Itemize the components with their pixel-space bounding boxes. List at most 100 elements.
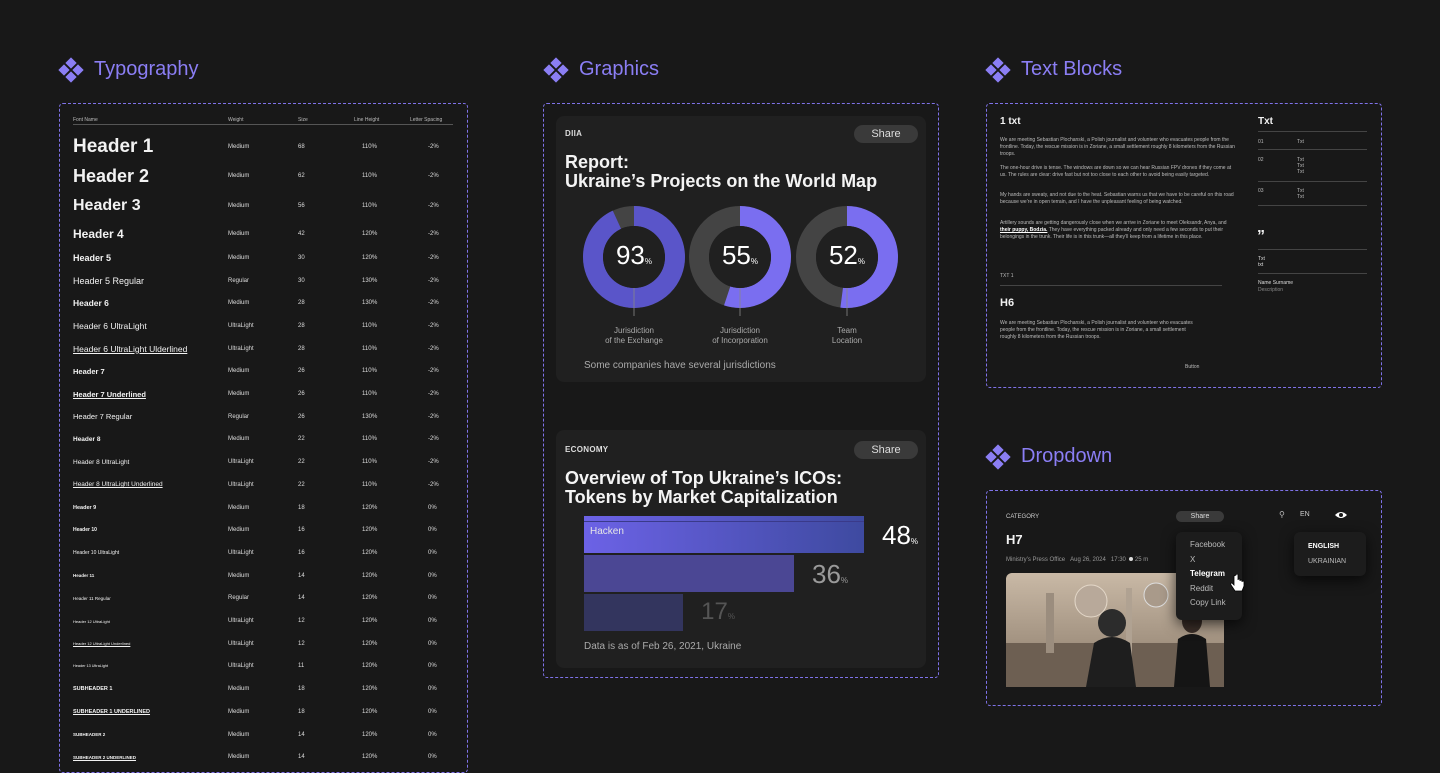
col-header-font-name: Font Name <box>73 117 98 123</box>
font-size: 12 <box>298 640 305 647</box>
search-icon[interactable]: ⚲ <box>1279 510 1285 519</box>
diamond-logo-icon <box>58 56 84 83</box>
list-item: Txt Txt Txt <box>1297 157 1304 175</box>
font-weight: UltraLight <box>228 549 254 556</box>
font-weight: UltraLight <box>228 618 254 625</box>
font-name: Header 4 <box>73 226 124 241</box>
donut-value: 55% <box>721 240 759 270</box>
letter-spacing: 0% <box>428 572 437 579</box>
line-height: 120% <box>362 640 378 647</box>
font-name: Header 11 Regular <box>73 595 111 601</box>
graphics-section-title: Graphics <box>543 56 659 83</box>
line-height: 120% <box>362 595 378 602</box>
inline-link[interactable]: their puppy, Bodzia. <box>1000 227 1047 233</box>
font-size: 16 <box>298 549 305 556</box>
letter-spacing: 0% <box>428 527 437 534</box>
table-row: Header 8 UltraLight UltraLight 22 110% -2% <box>73 451 453 474</box>
menu-item-telegram[interactable]: Telegram <box>1190 567 1228 582</box>
font-name: SUBHEADER 1 <box>73 686 113 693</box>
divider <box>1258 205 1367 206</box>
table-row: Header 6 Medium 28 130% -2% <box>73 292 453 315</box>
font-weight: Medium <box>228 143 250 150</box>
letter-spacing: 0% <box>428 754 437 761</box>
font-weight: Medium <box>228 202 250 209</box>
bar <box>584 555 794 592</box>
menu-item-reddit[interactable]: Reddit <box>1190 582 1228 597</box>
font-weight: Medium <box>228 254 250 261</box>
table-row: Header 2 Medium 62 110% -2% <box>73 162 453 192</box>
lang-option-english[interactable]: ENGLISH <box>1308 540 1352 555</box>
line-height: 120% <box>362 618 378 625</box>
author-description: Description <box>1258 287 1284 293</box>
letter-spacing: 0% <box>428 663 437 670</box>
font-weight: Medium <box>228 527 250 534</box>
col-header-size: Size <box>298 117 308 123</box>
font-size: 26 <box>298 368 305 375</box>
font-size: 22 <box>298 436 305 443</box>
font-weight: UltraLight <box>228 640 254 647</box>
letter-spacing: -2% <box>428 230 439 237</box>
font-weight: Medium <box>228 230 250 237</box>
font-name: Header 2 <box>73 165 150 186</box>
font-weight: UltraLight <box>228 459 254 466</box>
language-toggle[interactable]: EN <box>1300 511 1310 518</box>
font-name: Header 10 UltraLight <box>73 549 120 556</box>
font-weight: Medium <box>228 368 250 375</box>
letter-spacing: -2% <box>428 368 439 375</box>
bar <box>584 594 684 631</box>
donut-value: 52% <box>828 240 866 270</box>
line-height: 120% <box>362 572 378 579</box>
letter-spacing: -2% <box>428 277 439 284</box>
divider <box>1258 249 1367 250</box>
col-header-letter-spacing: Letter Spacing <box>410 117 443 123</box>
font-weight: Medium <box>228 708 250 715</box>
letter-spacing: 0% <box>428 708 437 715</box>
line-height: 130% <box>362 300 378 307</box>
font-weight: Regular <box>228 277 250 284</box>
menu-item-copy-link[interactable]: Copy Link <box>1190 596 1228 611</box>
font-size: 22 <box>298 459 305 466</box>
share-button[interactable]: Share <box>854 441 918 459</box>
letter-spacing: 0% <box>428 504 437 511</box>
list-number: 03 <box>1258 188 1264 194</box>
font-size: 28 <box>298 300 305 307</box>
letter-spacing: -2% <box>428 143 439 150</box>
line-height: 130% <box>362 413 378 420</box>
diamond-logo-icon <box>985 56 1011 83</box>
font-size: 18 <box>298 708 305 715</box>
table-divider <box>73 124 453 125</box>
bar-value: 48% <box>882 520 919 550</box>
side-title: Txt <box>1258 116 1273 127</box>
card-kicker: DIIA <box>565 129 583 138</box>
font-size: 68 <box>298 143 305 150</box>
menu-item-facebook[interactable]: Facebook <box>1190 538 1228 553</box>
font-size: 28 <box>298 345 305 352</box>
table-row: SUBHEADER 2 Medium 14 120% 0% <box>73 723 453 746</box>
font-name: Header 8 UltraLight <box>73 458 130 466</box>
article-meta: Ministry’s Press Office Aug 26, 2024 17:… <box>1006 557 1149 563</box>
eye-icon[interactable] <box>1334 510 1348 520</box>
line-height: 110% <box>362 459 377 466</box>
table-row: Header 7 Regular Regular 26 130% -2% <box>73 405 453 428</box>
share-button[interactable]: Share <box>1176 511 1224 522</box>
letter-spacing: -2% <box>428 436 439 443</box>
line-height: 120% <box>362 754 378 761</box>
line-height: 110% <box>362 481 377 488</box>
menu-item-x[interactable]: X <box>1190 553 1228 568</box>
table-row: Header 9 Medium 18 120% 0% <box>73 496 453 519</box>
font-name: Header 7 <box>73 366 105 376</box>
font-size: 28 <box>298 322 305 329</box>
text-button[interactable]: Button <box>1185 364 1199 370</box>
font-name: Header 5 Regular <box>73 275 145 286</box>
font-size: 42 <box>298 230 305 237</box>
hand-cursor-icon <box>1230 574 1245 592</box>
share-button[interactable]: Share <box>854 125 918 143</box>
line-height: 110% <box>362 202 377 209</box>
line-height: 120% <box>362 731 378 738</box>
paragraph: We are meeting Sebastian Plochanski, a P… <box>1000 320 1193 340</box>
table-row: Header 13 UltraLight UltraLight 11 120% 0% <box>73 655 453 678</box>
font-name: Header 7 Underlined <box>73 389 146 399</box>
lang-option-ukrainian[interactable]: UKRAINIAN <box>1308 555 1352 570</box>
font-size: 14 <box>298 595 305 602</box>
economy-title-line2: Tokens by Market Capitalization <box>565 487 838 507</box>
